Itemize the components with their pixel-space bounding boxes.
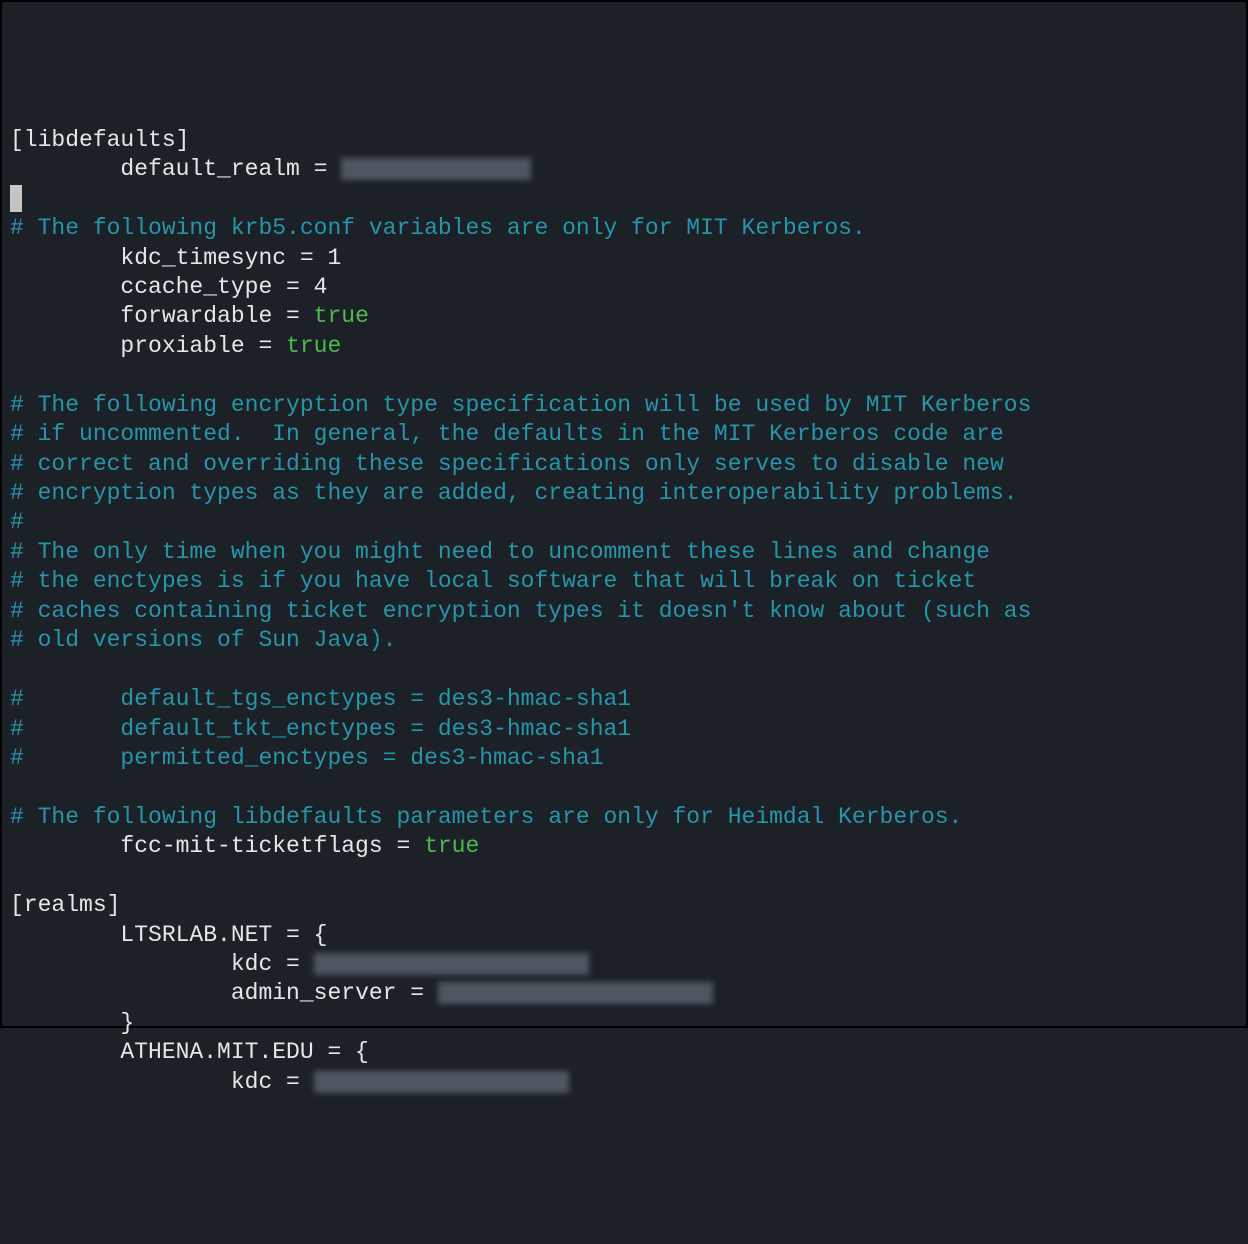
code-editor[interactable]: [libdefaults] default_realm = XXXXXXXX # … bbox=[10, 126, 1238, 1097]
config-key: default_realm = bbox=[120, 156, 341, 182]
realm-name: LTSRLAB.NET = { bbox=[120, 922, 327, 948]
comment-line: # default_tkt_enctypes = des3-hmac-sha1 bbox=[10, 716, 631, 742]
comment-line: # old versions of Sun Java). bbox=[10, 627, 396, 653]
comment-line: # The following krb5.conf variables are … bbox=[10, 215, 866, 241]
comment-line: # if uncommented. In general, the defaul… bbox=[10, 421, 1004, 447]
indent bbox=[10, 156, 120, 182]
indent bbox=[10, 303, 120, 329]
redacted-value: XXXXXXXXXXXX bbox=[438, 982, 713, 1004]
section-header: [realms] bbox=[10, 892, 120, 918]
comment-line: # bbox=[10, 509, 24, 535]
redacted-value: XXXXXXXX bbox=[341, 158, 531, 180]
indent bbox=[10, 274, 120, 300]
comment-line: # correct and overriding these specifica… bbox=[10, 451, 1004, 477]
config-line: kdc_timesync = 1 bbox=[120, 245, 341, 271]
comment-line: # default_tgs_enctypes = des3-hmac-sha1 bbox=[10, 686, 631, 712]
comment-line: # encryption types as they are added, cr… bbox=[10, 480, 1018, 506]
realm-name: ATHENA.MIT.EDU = { bbox=[120, 1039, 368, 1065]
comment-line: # The following libdefaults parameters a… bbox=[10, 804, 962, 830]
indent bbox=[10, 951, 231, 977]
comment-line: # the enctypes is if you have local soft… bbox=[10, 568, 976, 594]
redacted-value: XXXXXXXXXXXX bbox=[314, 953, 589, 975]
brace-close: } bbox=[120, 1010, 134, 1036]
section-header: [libdefaults] bbox=[10, 127, 189, 153]
text-cursor bbox=[10, 185, 22, 211]
indent bbox=[10, 922, 120, 948]
config-key: admin_server = bbox=[231, 980, 438, 1006]
config-key: proxiable = bbox=[120, 333, 286, 359]
indent bbox=[10, 833, 120, 859]
indent bbox=[10, 245, 120, 271]
comment-line: # The following encryption type specific… bbox=[10, 392, 1031, 418]
bool-value: true bbox=[286, 333, 341, 359]
indent bbox=[10, 1039, 120, 1065]
indent bbox=[10, 333, 120, 359]
config-key: kdc = bbox=[231, 951, 314, 977]
config-line: ccache_type = 4 bbox=[120, 274, 327, 300]
redacted-value: XXXXXXXXXXX bbox=[314, 1071, 569, 1093]
config-key: forwardable = bbox=[120, 303, 313, 329]
bool-value: true bbox=[314, 303, 369, 329]
bool-value: true bbox=[424, 833, 479, 859]
config-key: kdc = bbox=[231, 1069, 314, 1095]
indent bbox=[10, 980, 231, 1006]
comment-line: # permitted_enctypes = des3-hmac-sha1 bbox=[10, 745, 604, 771]
indent bbox=[10, 1069, 231, 1095]
indent bbox=[10, 1010, 120, 1036]
config-key: fcc-mit-ticketflags = bbox=[120, 833, 424, 859]
comment-line: # caches containing ticket encryption ty… bbox=[10, 598, 1031, 624]
comment-line: # The only time when you might need to u… bbox=[10, 539, 990, 565]
